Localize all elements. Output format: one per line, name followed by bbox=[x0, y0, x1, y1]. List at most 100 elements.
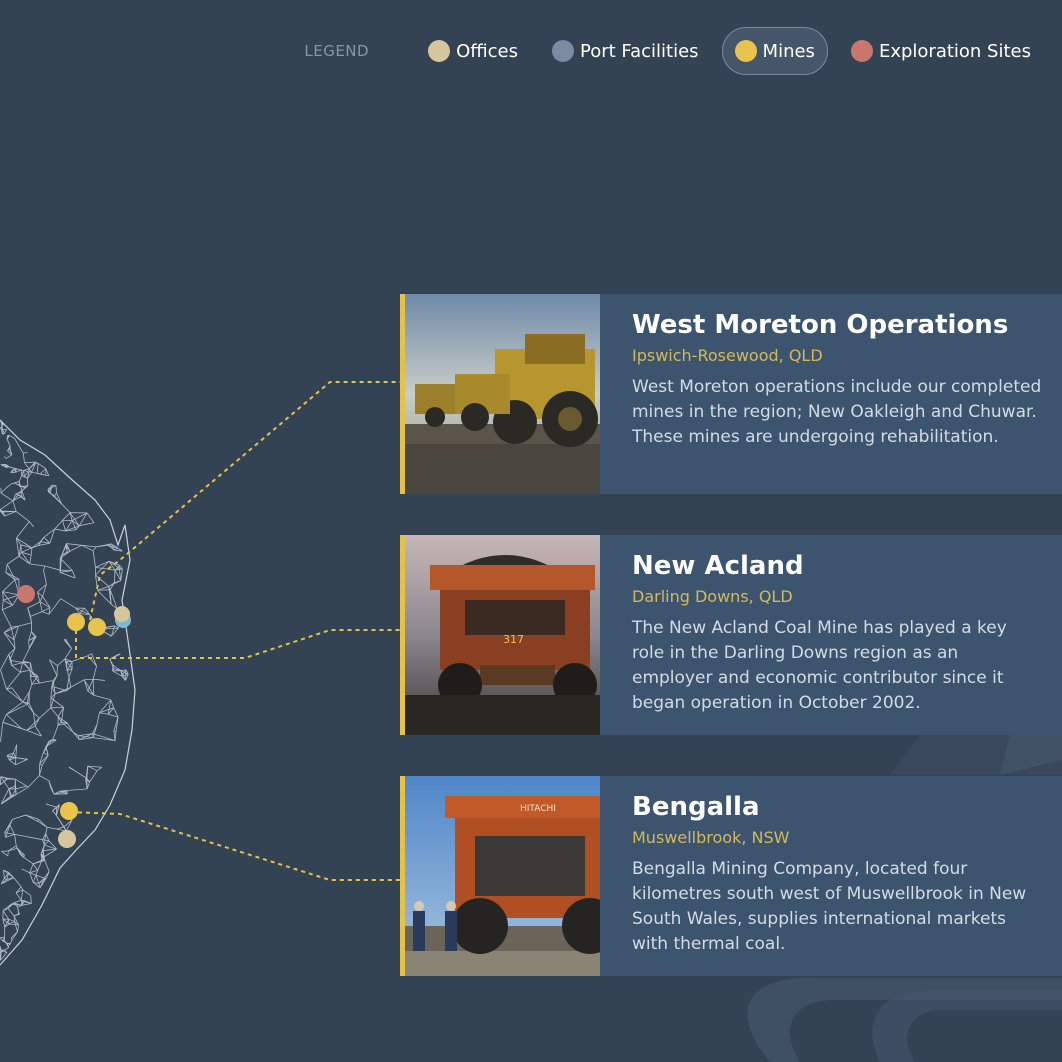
map-mesh-line bbox=[110, 699, 115, 708]
map-mesh-line bbox=[86, 766, 89, 779]
map-mesh-line bbox=[30, 547, 33, 556]
site-card-new-acland[interactable]: 317 New Acland Darling Downs, QLD The Ne… bbox=[400, 535, 1062, 735]
map-mesh-line bbox=[50, 686, 53, 698]
card-location: Ipswich-Rosewood, QLD bbox=[632, 346, 823, 365]
map-mesh-line bbox=[4, 947, 9, 951]
map-mesh-line bbox=[92, 679, 95, 696]
map-mesh-line bbox=[46, 826, 57, 830]
map-mesh-line bbox=[44, 860, 50, 872]
legend-item-mines[interactable]: Mines bbox=[721, 27, 828, 75]
map-mesh-line bbox=[39, 775, 50, 782]
map-mesh-line bbox=[29, 521, 34, 528]
map-mesh-line bbox=[24, 461, 36, 464]
map-mesh-line bbox=[87, 653, 92, 657]
map-mesh-line bbox=[84, 678, 94, 681]
map-mesh-line bbox=[6, 439, 11, 447]
map-mesh-line bbox=[14, 834, 17, 846]
site-card-bengalla[interactable]: HITACHI Bengalla Muswellbrook, NSW Benga… bbox=[400, 776, 1062, 976]
map-mesh-line bbox=[2, 579, 16, 592]
map-mesh-line bbox=[22, 452, 25, 463]
map-mesh-line bbox=[11, 665, 21, 673]
map-mesh-line bbox=[113, 570, 116, 583]
mines-dot-icon bbox=[734, 40, 757, 62]
map-mesh-line bbox=[24, 835, 34, 839]
map-mesh-line bbox=[42, 596, 51, 608]
map-mesh-line bbox=[15, 757, 28, 760]
legend-label: Port Facilities bbox=[580, 40, 699, 62]
map-mesh-line bbox=[1, 609, 12, 628]
map-mesh-line bbox=[112, 670, 122, 677]
map-mesh-line bbox=[54, 528, 66, 532]
map-mesh-line bbox=[0, 483, 12, 494]
map-mesh-line bbox=[20, 469, 23, 476]
map-mesh-line bbox=[13, 913, 20, 917]
map-mesh-line bbox=[42, 611, 50, 615]
map-mesh-line bbox=[0, 722, 4, 743]
map-mesh-line bbox=[63, 819, 73, 828]
card-location: Darling Downs, QLD bbox=[632, 587, 793, 606]
map-mesh-line bbox=[29, 563, 45, 567]
legend-item-exploration-sites[interactable]: Exploration Sites bbox=[840, 29, 1042, 73]
site-card-west-moreton[interactable]: West Moreton Operations Ipswich-Rosewood… bbox=[400, 294, 1062, 494]
map-mesh-line bbox=[93, 737, 116, 742]
map-mesh-line bbox=[0, 778, 8, 786]
map-legend: LEGEND Offices Port Facilities Mines Exp… bbox=[304, 24, 1042, 78]
map-mesh-line bbox=[86, 512, 95, 523]
map-mesh-line bbox=[17, 443, 24, 454]
map-mesh-line bbox=[5, 834, 15, 838]
card-title: New Acland bbox=[632, 551, 804, 581]
hitachi-truck-photo: HITACHI bbox=[405, 776, 600, 976]
card-description: The New Acland Coal Mine has played a ke… bbox=[632, 618, 1007, 713]
map-mesh-line bbox=[55, 485, 57, 493]
map-mesh-line bbox=[39, 878, 47, 889]
map-mesh-line bbox=[12, 500, 17, 512]
map-mesh-line bbox=[92, 733, 116, 742]
map-mesh-line bbox=[6, 714, 23, 730]
legend-item-port-facilities[interactable]: Port Facilities bbox=[541, 29, 710, 73]
map-mesh-line bbox=[0, 937, 3, 942]
legend-label: Exploration Sites bbox=[878, 40, 1031, 62]
map-mesh-line bbox=[52, 810, 57, 816]
map-mesh-line bbox=[21, 547, 33, 553]
map-mesh-line bbox=[10, 937, 13, 941]
card-location: Muswellbrook, NSW bbox=[632, 828, 790, 847]
map-mesh-line bbox=[62, 512, 71, 521]
map-mesh-line bbox=[3, 455, 7, 459]
map-mesh-line bbox=[28, 684, 33, 692]
map-mesh-line bbox=[54, 492, 57, 497]
map-mesh-line bbox=[50, 707, 59, 718]
map-mesh-line bbox=[120, 569, 123, 581]
map-mesh-line bbox=[59, 557, 73, 571]
map-mesh-line bbox=[9, 759, 16, 766]
map-mesh-line bbox=[21, 487, 26, 492]
map-mesh-line bbox=[1, 600, 4, 610]
map-mesh-line bbox=[9, 824, 15, 835]
map-mesh-line bbox=[8, 434, 15, 439]
map-mesh-line bbox=[52, 725, 59, 740]
map-mesh-line bbox=[17, 925, 19, 932]
legend-label: Mines bbox=[762, 40, 815, 62]
card-title: Bengalla bbox=[632, 792, 760, 822]
map-mesh-line bbox=[39, 468, 47, 475]
port-facilities-dot-icon bbox=[552, 40, 574, 62]
map-mesh-line bbox=[2, 714, 7, 723]
map-mesh-line bbox=[15, 469, 22, 473]
map-mesh-line bbox=[48, 598, 62, 615]
map-mesh-line bbox=[113, 730, 116, 741]
mine-marker-bengalla bbox=[60, 802, 78, 820]
map-mesh-line bbox=[11, 662, 23, 666]
card-description: West Moreton operations include our comp… bbox=[632, 377, 1042, 447]
map-mesh-line bbox=[10, 482, 15, 485]
map-mesh-line bbox=[37, 818, 48, 828]
map-mesh-line bbox=[42, 839, 45, 846]
mine-marker-new-acland bbox=[67, 613, 85, 631]
coastline bbox=[0, 419, 136, 966]
map-mesh-line bbox=[6, 671, 21, 690]
map-mesh-line bbox=[22, 648, 30, 662]
map-mesh-line bbox=[23, 857, 34, 865]
map-mesh-line bbox=[23, 470, 30, 473]
legend-item-offices[interactable]: Offices bbox=[417, 29, 529, 73]
map-mesh-line bbox=[21, 868, 30, 874]
map-mesh-line bbox=[2, 910, 9, 920]
map-mesh-line bbox=[31, 471, 38, 474]
